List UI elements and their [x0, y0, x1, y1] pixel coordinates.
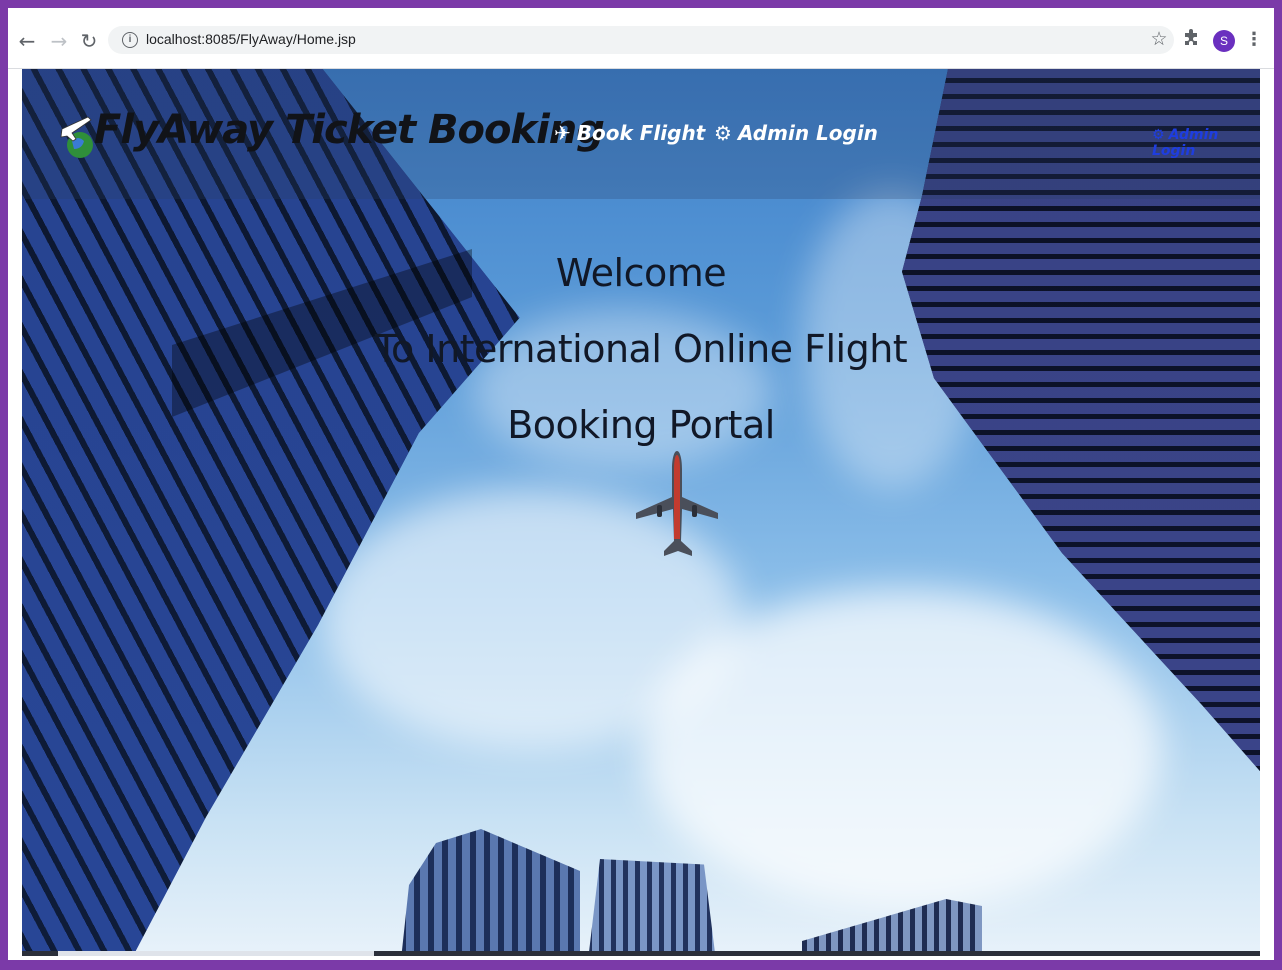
bookmark-star-icon[interactable]: ☆ — [1148, 28, 1170, 50]
building-bottom — [587, 859, 717, 956]
nav-book-flight[interactable]: ✈ Book Flight — [554, 121, 705, 145]
nav-admin-login-right[interactable]: ⚙ Admin Login — [1152, 127, 1260, 159]
nav-admin-login-label: Admin Login — [737, 121, 878, 145]
site-brand[interactable]: FlyAway Ticket Booking — [94, 107, 605, 153]
site-navbar: FlyAway Ticket Booking ✈ Book Flight ⚙ Adm… — [22, 69, 1260, 199]
url-text[interactable]: localhost:8085/FlyAway/Home.jsp — [146, 31, 356, 47]
browser-window: ← → ↻ i localhost:8085/FlyAway/Home.jsp … — [8, 8, 1274, 960]
browser-toolbar: ← → ↻ i localhost:8085/FlyAway/Home.jsp … — [8, 8, 1274, 69]
forward-button[interactable]: → — [48, 30, 70, 52]
address-bar[interactable]: i localhost:8085/FlyAway/Home.jsp — [108, 26, 1174, 54]
back-button[interactable]: ← — [16, 30, 38, 52]
extensions-icon[interactable] — [1181, 29, 1201, 49]
hero-title-line2: To International Online Flight — [374, 327, 908, 371]
scrollbar-thumb[interactable] — [58, 951, 374, 956]
plane-icon: ✈ — [554, 121, 571, 145]
reload-button[interactable]: ↻ — [78, 30, 100, 52]
gear-icon: ⚙ — [1152, 127, 1165, 143]
browser-menu-icon[interactable]: ⋮ — [1245, 29, 1263, 51]
info-icon[interactable]: i — [122, 32, 138, 48]
page-viewport: FlyAway Ticket Booking ✈ Book Flight ⚙ Adm… — [22, 69, 1260, 956]
horizontal-scrollbar[interactable] — [22, 951, 1260, 956]
nav-admin-login[interactable]: ⚙ Admin Login — [714, 121, 878, 145]
hero-title-line1: Welcome — [555, 251, 727, 295]
nav-book-flight-label: Book Flight — [576, 121, 706, 145]
brand-logo-icon — [60, 116, 93, 158]
gear-icon: ⚙ — [714, 121, 732, 145]
cloud — [642, 589, 1162, 909]
profile-avatar[interactable]: S — [1213, 30, 1235, 52]
building-bottom — [400, 829, 580, 956]
hero-title-line3: Booking Portal — [507, 403, 775, 447]
airplane-image — [636, 451, 718, 556]
